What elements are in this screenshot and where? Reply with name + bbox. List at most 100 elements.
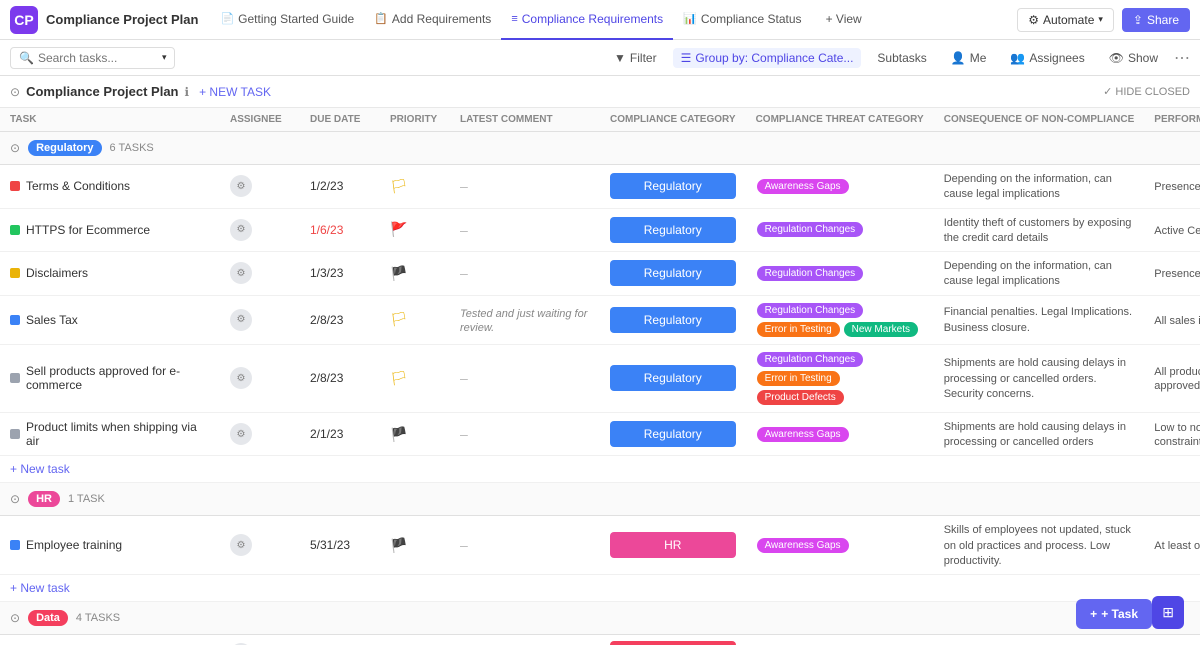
threat-cell: Awareness Gaps <box>746 412 934 456</box>
threat-cell: Awareness Gaps <box>746 516 934 575</box>
avatar[interactable]: ⚙ <box>230 175 252 197</box>
consequence-cell: Depending on the information, can cause … <box>934 165 1145 209</box>
nav-tab-view[interactable]: + View <box>812 0 872 40</box>
avatar[interactable]: ⚙ <box>230 309 252 331</box>
group-toggle-regulatory[interactable]: ⊙ <box>10 141 20 155</box>
automate-button[interactable]: ⚙ Automate ▾ <box>1017 8 1114 32</box>
group-toggle-data[interactable]: ⊙ <box>10 611 20 625</box>
threat-badge: Regulation Changes <box>757 352 864 367</box>
add-task-row[interactable]: + New task <box>0 575 1200 602</box>
search-box[interactable]: 🔍 ▾ <box>10 47 175 69</box>
task-name-cell[interactable]: Cookie Consent Notices <box>0 635 220 645</box>
avatar[interactable]: ⚙ <box>230 423 252 445</box>
grid-view-button[interactable]: ⊞ <box>1152 596 1184 629</box>
nav-tab-compliance-requirements[interactable]: ≡Compliance Requirements <box>501 0 673 40</box>
add-task-label[interactable]: + New task <box>0 575 1200 602</box>
assignee-cell: ⚙ <box>220 344 300 412</box>
plus-icon: + <box>1090 607 1097 621</box>
group-badge-data: Data <box>28 610 68 626</box>
more-options-icon[interactable]: ⋯ <box>1174 48 1190 68</box>
automate-icon: ⚙ <box>1028 13 1039 27</box>
add-task-row[interactable]: + New task <box>0 456 1200 483</box>
comment-cell: – <box>450 344 600 412</box>
avatar-icon: ⚙ <box>237 181 246 192</box>
due-date-cell[interactable]: 1/2/23 <box>300 165 380 209</box>
priority-cell[interactable]: 🏴 <box>380 412 450 456</box>
add-task-button[interactable]: + + Task <box>1076 599 1152 629</box>
priority-cell[interactable]: 🏴 <box>380 252 450 296</box>
share-button[interactable]: ⇪ Share <box>1122 8 1190 32</box>
threat-cell: Regulation Changes <box>746 208 934 252</box>
due-date-cell[interactable]: 5/31/23 <box>300 516 380 575</box>
assignee-cell: ⚙ <box>220 516 300 575</box>
assignees-button[interactable]: 👥 Assignees <box>1002 48 1092 68</box>
task-name-cell[interactable]: Terms & Conditions <box>0 165 220 209</box>
consequence-cell: Financial penalties. <box>934 635 1145 645</box>
priority-cell[interactable]: 🏴 <box>380 635 450 645</box>
priority-cell[interactable]: 🚩 <box>380 208 450 252</box>
nav-tab-compliance-status[interactable]: 📊Compliance Status <box>673 0 811 40</box>
table-row: Terms & Conditions ⚙ 1/2/23 🏳 – Regulato… <box>0 165 1200 209</box>
threat-badge: Regulation Changes <box>757 222 864 237</box>
threat-cell: Regulation Changes <box>746 635 934 645</box>
due-date-cell[interactable]: 1/3/23 <box>300 252 380 296</box>
task-name-cell[interactable]: HTTPS for Ecommerce <box>0 208 220 252</box>
due-date-cell[interactable]: Dec 26 <box>300 635 380 645</box>
show-button[interactable]: 👁 Show <box>1101 48 1166 68</box>
table-row: Cookie Consent Notices ⚙ Dec 26 🏴 – Data… <box>0 635 1200 645</box>
collapse-section-icon[interactable]: ⊙ <box>10 85 20 99</box>
hide-closed-button[interactable]: ✓ HIDE CLOSED <box>1103 85 1190 98</box>
subtasks-button[interactable]: Subtasks <box>869 48 934 68</box>
search-input[interactable] <box>38 51 158 65</box>
assignee-cell: ⚙ <box>220 165 300 209</box>
new-task-button[interactable]: + NEW TASK <box>199 85 271 99</box>
task-name-cell[interactable]: Employee training <box>0 516 220 575</box>
priority-cell[interactable]: 🏳 <box>380 344 450 412</box>
priority-cell[interactable]: 🏳 <box>380 165 450 209</box>
info-icon[interactable]: ℹ <box>185 85 190 99</box>
compliance-category-badge: Data <box>610 641 736 645</box>
tab-icon-add-requirements: 📋 <box>374 12 388 25</box>
me-button[interactable]: 👤 Me <box>943 48 995 68</box>
avatar[interactable]: ⚙ <box>230 219 252 241</box>
nav-tab-getting-started[interactable]: 📄Getting Started Guide <box>210 0 364 40</box>
avatar[interactable]: ⚙ <box>230 367 252 389</box>
filter-button[interactable]: ▼ Filter <box>606 48 665 68</box>
nav-tab-add-requirements[interactable]: 📋Add Requirements <box>364 0 501 40</box>
task-name-cell[interactable]: Sell products approved for e-commerce <box>0 344 220 412</box>
threat-badge: Awareness Gaps <box>757 538 849 553</box>
compliance-category-cell: Regulatory <box>600 208 746 252</box>
comment-dash: – <box>460 265 468 281</box>
compliance-category-badge: Regulatory <box>610 173 736 199</box>
group-task-count-hr: 1 TASK <box>68 493 105 505</box>
group-by-button[interactable]: ☰ Group by: Compliance Cate... <box>673 48 862 68</box>
priority-flag: 🏳 <box>390 178 408 194</box>
threat-badge: Error in Testing <box>757 371 840 386</box>
task-name: Terms & Conditions <box>26 179 130 193</box>
due-date-cell[interactable]: 1/6/23 <box>300 208 380 252</box>
comment-dash: – <box>460 426 468 442</box>
priority-flag: 🏴 <box>390 265 407 281</box>
avatar[interactable]: ⚙ <box>230 262 252 284</box>
group-task-count-data: 4 TASKS <box>76 612 120 624</box>
comment-cell: – <box>450 516 600 575</box>
perform-cell: Presence of Disclaim... <box>1144 252 1200 296</box>
due-date-cell[interactable]: 2/8/23 <box>300 344 380 412</box>
task-name-cell[interactable]: Sales Tax <box>0 295 220 344</box>
due-date-cell[interactable]: 2/8/23 <box>300 295 380 344</box>
nav-tabs: 📄Getting Started Guide📋Add Requirements≡… <box>210 0 871 40</box>
compliance-category-cell: Regulatory <box>600 412 746 456</box>
task-name-cell[interactable]: Product limits when shipping via air <box>0 412 220 456</box>
threat-badge: Error in Testing <box>757 322 840 337</box>
group-toggle-hr[interactable]: ⊙ <box>10 492 20 506</box>
grid-icon: ⊞ <box>1162 604 1174 620</box>
priority-cell[interactable]: 🏳 <box>380 295 450 344</box>
priority-cell[interactable]: 🏴 <box>380 516 450 575</box>
task-status-dot <box>10 181 20 191</box>
task-name-cell[interactable]: Disclaimers <box>0 252 220 296</box>
group-icon: ☰ <box>681 51 692 65</box>
due-date-cell[interactable]: 2/1/23 <box>300 412 380 456</box>
priority-flag: 🏴 <box>390 426 407 442</box>
avatar[interactable]: ⚙ <box>230 534 252 556</box>
add-task-label[interactable]: + New task <box>0 456 1200 483</box>
